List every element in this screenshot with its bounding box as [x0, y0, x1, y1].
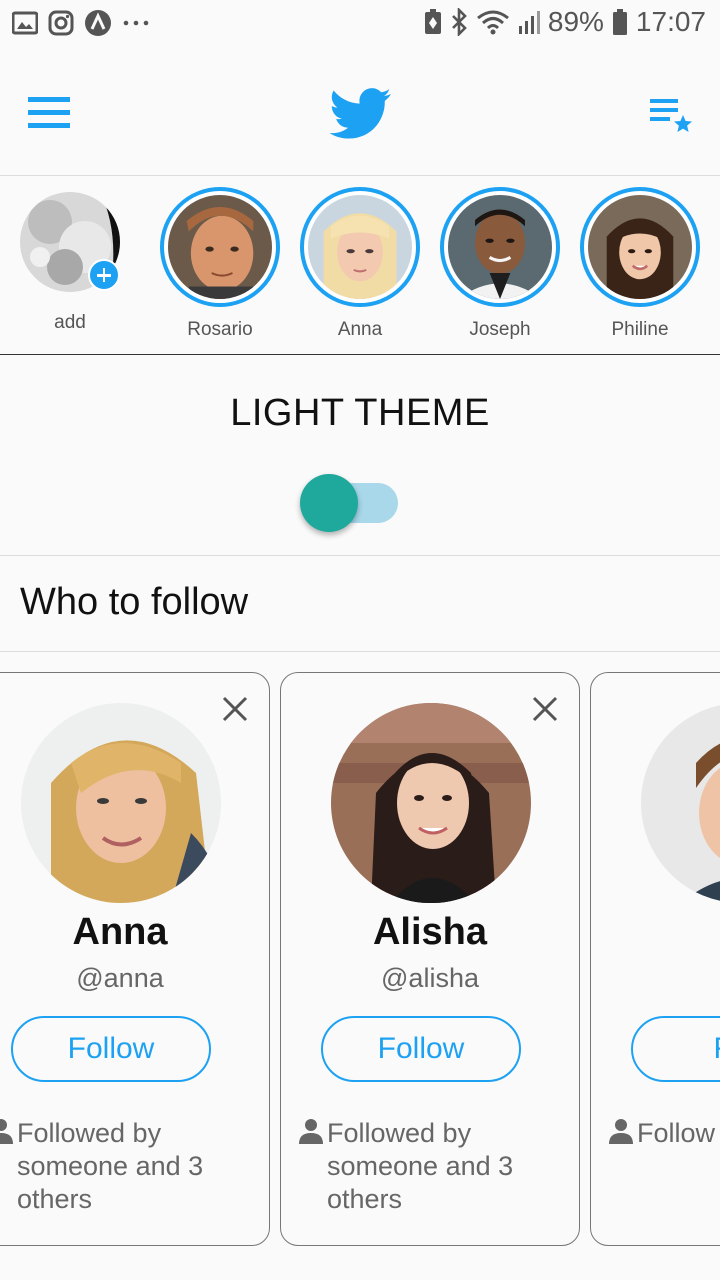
social-proof-text: Followed by someone and 3 others	[17, 1118, 204, 1214]
story-name: add	[54, 312, 86, 333]
social-proof-text: Follow some other	[637, 1118, 720, 1148]
story-name: Joseph	[469, 319, 531, 340]
story-avatar	[168, 195, 272, 299]
suggestion-handle: @anna	[76, 963, 164, 993]
status-bar-right: 89% 17:07	[424, 6, 706, 38]
person-icon	[0, 1119, 13, 1144]
suggestion-avatar	[331, 703, 531, 903]
battery-icon	[612, 9, 627, 35]
follow-card: Anna @anna Follow Followed by someone an…	[0, 672, 270, 1246]
suggestion-handle: @c	[591, 963, 720, 994]
battery-percent: 89%	[547, 6, 604, 37]
gallery-icon	[12, 11, 38, 35]
twitter-bird-icon[interactable]	[330, 88, 392, 140]
story-avatar	[588, 195, 692, 299]
app-bar	[0, 50, 720, 176]
suggestion-name: Anna	[72, 911, 168, 953]
stories-row: add Rosario Anna Joseph Philine	[0, 177, 720, 355]
follow-button[interactable]: Follow	[321, 1016, 521, 1082]
story-rosario[interactable]: Rosario	[160, 187, 280, 341]
story-avatar	[448, 195, 552, 299]
story-add[interactable]: add	[20, 187, 120, 334]
suggestion-name: Ol	[591, 911, 720, 954]
suggestion-handle: @alisha	[381, 963, 479, 993]
starred-list-icon[interactable]	[648, 95, 696, 137]
theme-title: LIGHT THEME	[230, 392, 490, 434]
follow-button[interactable]: Follow	[11, 1016, 211, 1082]
toggle-thumb	[300, 474, 358, 532]
suggestion-name: Alisha	[372, 911, 488, 953]
suggestion-avatar	[641, 703, 720, 903]
status-bar-left	[12, 9, 150, 37]
wifi-icon	[476, 10, 509, 35]
story-name: Anna	[337, 319, 383, 340]
battery-saver-icon	[424, 9, 441, 34]
more-icon	[123, 20, 149, 26]
story-avatar	[308, 195, 412, 299]
story-philine[interactable]: Philine	[580, 187, 700, 341]
story-anna[interactable]: Anna	[300, 187, 420, 341]
app-icon	[85, 10, 111, 36]
theme-section: LIGHT THEME	[0, 356, 720, 556]
suggestion-avatar	[21, 703, 221, 903]
follow-button[interactable]: Fo	[631, 1016, 720, 1082]
add-story-plus-icon[interactable]	[88, 259, 120, 291]
close-icon[interactable]	[531, 695, 559, 723]
section-heading: Who to follow	[20, 581, 249, 623]
signal-icon	[518, 11, 540, 34]
person-icon	[609, 1119, 633, 1144]
story-name: Philine	[611, 319, 669, 340]
hamburger-menu-icon[interactable]	[28, 97, 72, 131]
follow-card: Alisha @alisha Follow Followed by someon…	[280, 672, 580, 1246]
story-name: Rosario	[187, 319, 253, 340]
theme-toggle[interactable]	[298, 471, 402, 535]
status-bar: 89% 17:07	[0, 0, 720, 50]
who-to-follow-header: Who to follow	[0, 557, 720, 652]
story-joseph[interactable]: Joseph	[440, 187, 560, 341]
bluetooth-icon	[451, 8, 467, 36]
follow-suggestions[interactable]: Anna @anna Follow Followed by someone an…	[0, 652, 720, 1280]
instagram-icon	[48, 10, 74, 36]
person-icon	[299, 1119, 323, 1144]
clock: 17:07	[635, 6, 706, 37]
social-proof-text: Followed by someone and 3 others	[327, 1118, 514, 1214]
follow-card: Ol @c Fo Follow some other	[590, 672, 720, 1246]
close-icon[interactable]	[221, 695, 249, 723]
